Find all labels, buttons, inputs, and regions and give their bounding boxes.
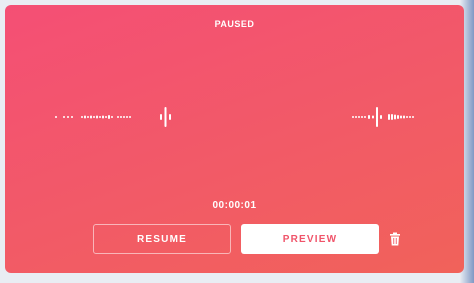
preview-button[interactable]: PREVIEW [241,224,379,254]
waveform-left [53,97,173,137]
preview-button-label: PREVIEW [282,233,338,245]
resume-button-label: RESUME [137,233,187,245]
trash-icon-graphic [390,232,400,246]
resume-button[interactable]: RESUME [93,224,231,254]
waveform-left-graphic [55,107,171,127]
recording-status: PAUSED [214,19,255,29]
background: PAUSED 00:00:01 RESUME PREVIEW [0,0,474,283]
recorder-card: PAUSED 00:00:01 RESUME PREVIEW [5,5,464,273]
elapsed-timer: 00:00:01 [212,200,257,211]
waveform-right-graphic [352,107,414,127]
waveform-right [350,97,420,137]
trash-icon[interactable] [388,232,402,246]
